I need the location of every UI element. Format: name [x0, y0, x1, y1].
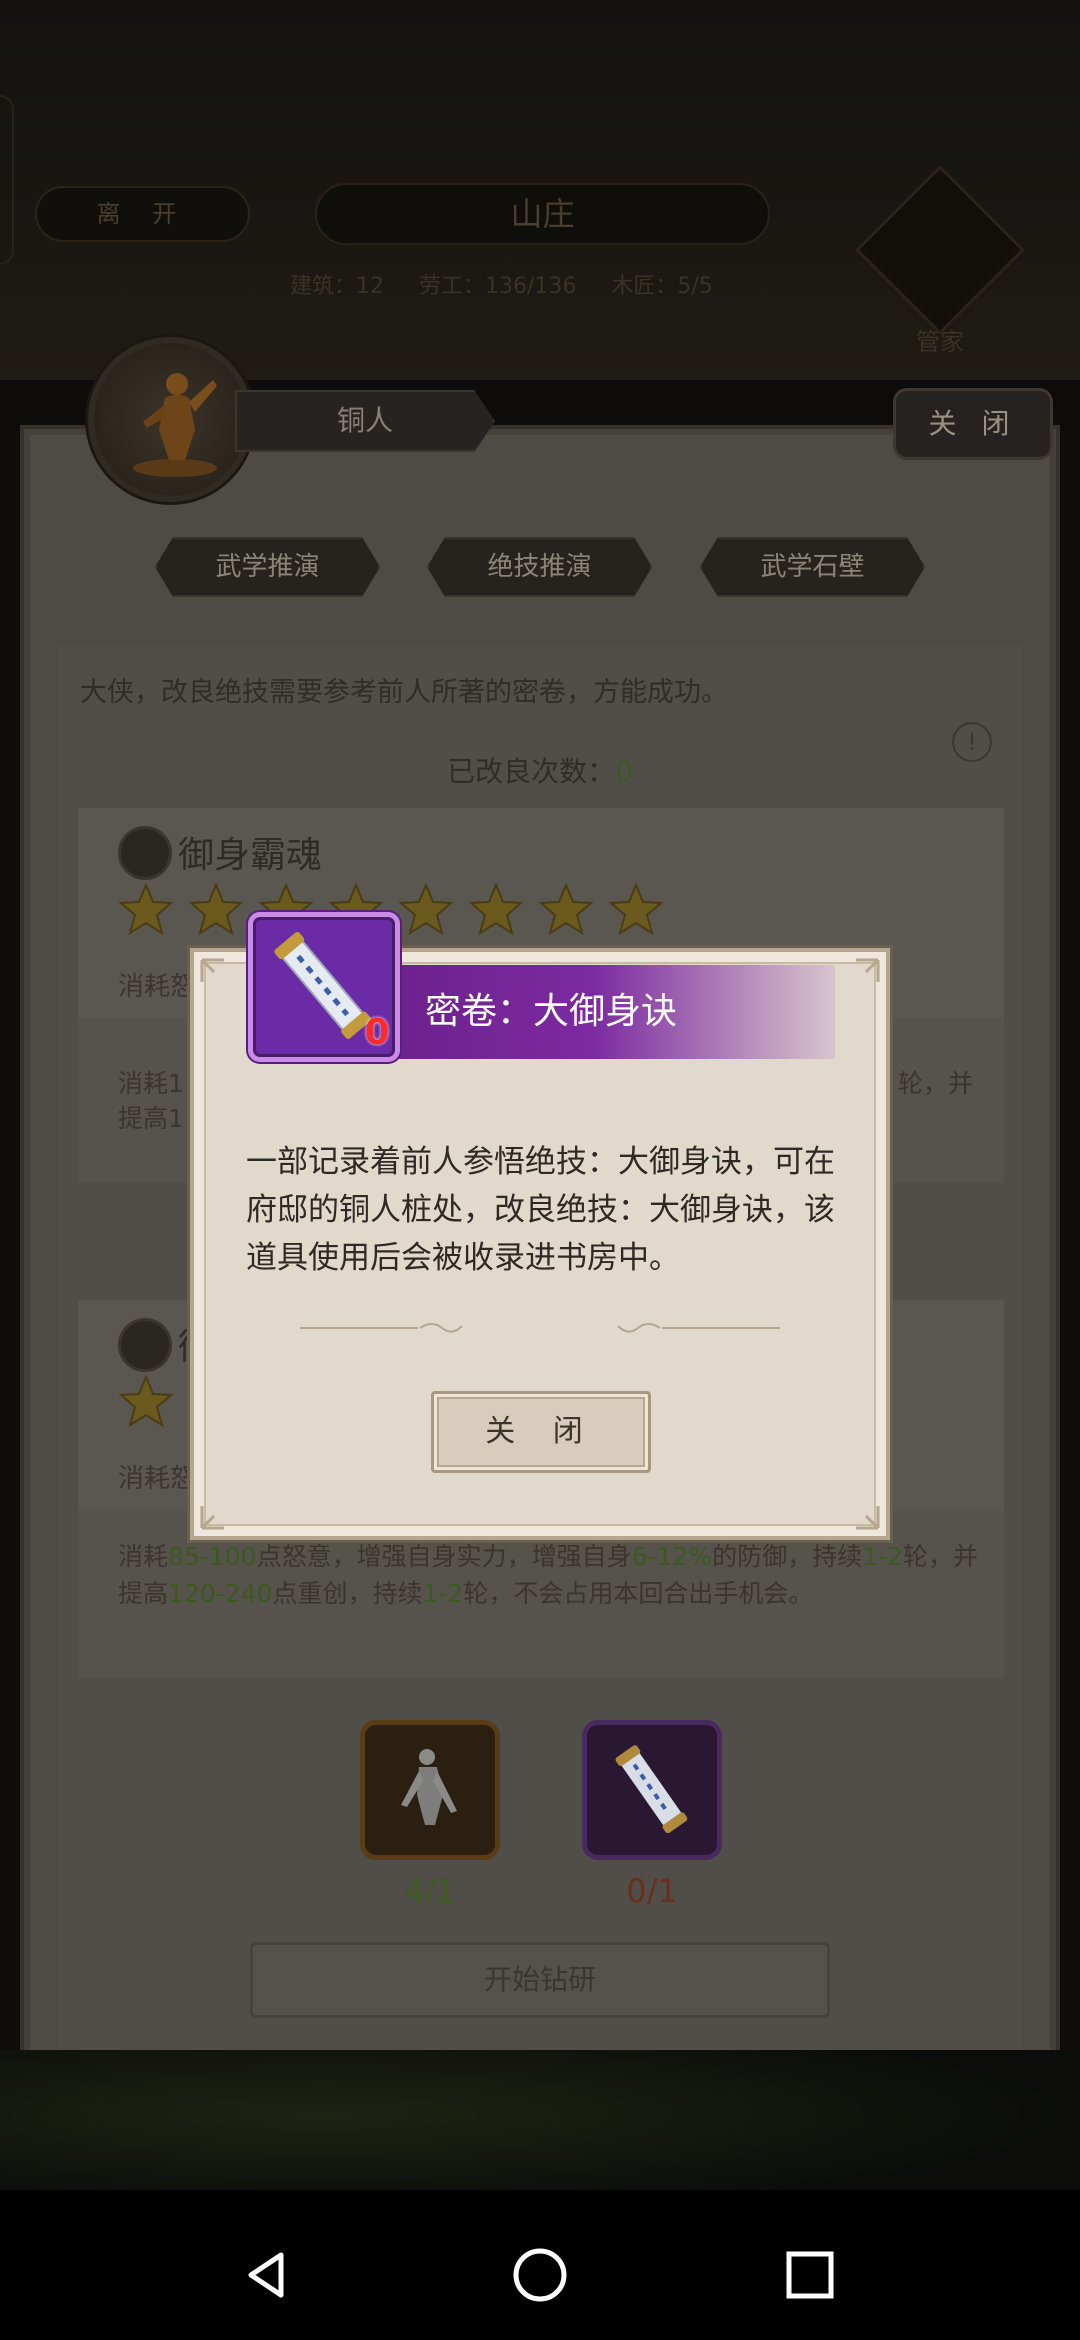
home-icon[interactable]: [510, 2245, 570, 2305]
corner-ornament-icon: [200, 958, 224, 982]
divider-ornament-icon: [300, 1323, 463, 1333]
desc-segment: 点重创，持续: [272, 1579, 423, 1608]
star-icon: [188, 882, 244, 936]
panel-close-button[interactable]: 关 闭: [893, 388, 1053, 460]
desc-segment: 点怒意，增强自身实力，增强自身: [256, 1542, 632, 1571]
labor-stat: 劳工：136/136: [419, 274, 577, 299]
info-icon[interactable]: !: [952, 722, 992, 762]
material-count: 0/1: [626, 1872, 678, 1910]
divider-ornament-icon: [617, 1323, 780, 1333]
scroll-icon: [615, 1745, 688, 1834]
star-icon: [118, 882, 174, 936]
skill-emblem-icon: [118, 1318, 172, 1372]
bronze-figure-icon: [133, 373, 217, 477]
desc-segment: 轮，不会占用本回合出手机会。: [463, 1579, 814, 1608]
material-count: 4/1: [404, 1872, 456, 1910]
consume-label: 消耗怒: [118, 972, 197, 1002]
desc-segment: 消耗: [118, 1542, 169, 1571]
side-tab[interactable]: [0, 95, 14, 265]
star-icon: [468, 882, 524, 936]
tab-martial-deduction[interactable]: 武学推演: [155, 537, 380, 597]
star-icon: [538, 882, 594, 936]
improve-count-label: 已改良次数：: [447, 755, 616, 788]
desc-segment: 的防御，持续: [712, 1542, 863, 1571]
skill-desc-fragment: 消耗1: [118, 1069, 184, 1098]
skill-name: 御身霸魂: [178, 835, 323, 876]
desc-segment: 85-100: [168, 1542, 257, 1571]
manager-label: 管家: [916, 328, 964, 356]
star-icon: [398, 882, 454, 936]
carpenter-stat: 木匠：5/5: [611, 274, 713, 299]
consume-label: 消耗怒: [118, 1464, 197, 1494]
leave-button[interactable]: 离 开: [35, 186, 250, 242]
desc-segment: 6-12%: [631, 1542, 713, 1571]
desc-segment: 1-2: [422, 1579, 464, 1608]
star-icon: [118, 1374, 174, 1428]
recent-apps-icon[interactable]: [780, 2245, 840, 2305]
start-research-button[interactable]: 开始钻研: [250, 1942, 830, 2018]
panel-title: 铜人: [235, 390, 495, 452]
dialog-close-button[interactable]: 关 闭: [431, 1391, 651, 1473]
villa-stats: 建筑：12 劳工：136/136 木匠：5/5: [290, 268, 810, 304]
skill-emblem-icon: [118, 826, 172, 880]
corner-ornament-icon: [856, 958, 880, 982]
dialog-title: 密卷：大御身诀: [425, 991, 678, 1032]
material-slot[interactable]: [582, 1720, 722, 1860]
bronze-figure-icon: [401, 1749, 457, 1825]
desc-segment: 120-240: [168, 1579, 273, 1608]
corner-ornament-icon: [200, 1506, 224, 1530]
skill-desc-fragment: 轮，并: [898, 1069, 974, 1098]
ground-background: [0, 2050, 1080, 2210]
building-stat: 建筑：12: [290, 274, 384, 299]
item-quantity-badge: 0: [364, 1012, 390, 1053]
star-icon: [608, 882, 664, 936]
desc-segment: 1-2: [862, 1542, 903, 1571]
improve-count: 已改良次数：0: [380, 750, 700, 790]
villa-title: 山庄: [315, 183, 770, 245]
dialog-description: 一部记录着前人参悟绝技：大御身诀，可在府邸的铜人桩处，改良绝技：大御身诀，该道具…: [246, 1144, 835, 1276]
material-slot[interactable]: [360, 1720, 500, 1860]
tab-stone-wall[interactable]: 武学石壁: [700, 537, 925, 597]
intro-text: 大侠，改良绝技需要参考前人所著的密卷，方能成功。: [80, 677, 728, 708]
skill-description: 消耗85-100点怒意，增强自身实力，增强自身6-12%的防御，持续1-2轮，并…: [118, 1538, 978, 1612]
skill-desc-fragment: 提高1: [118, 1104, 184, 1133]
improve-count-value: 0: [615, 755, 633, 788]
back-icon[interactable]: [237, 2245, 297, 2305]
tab-ultimate-deduction[interactable]: 绝技推演: [427, 537, 652, 597]
corner-ornament-icon: [856, 1506, 880, 1530]
